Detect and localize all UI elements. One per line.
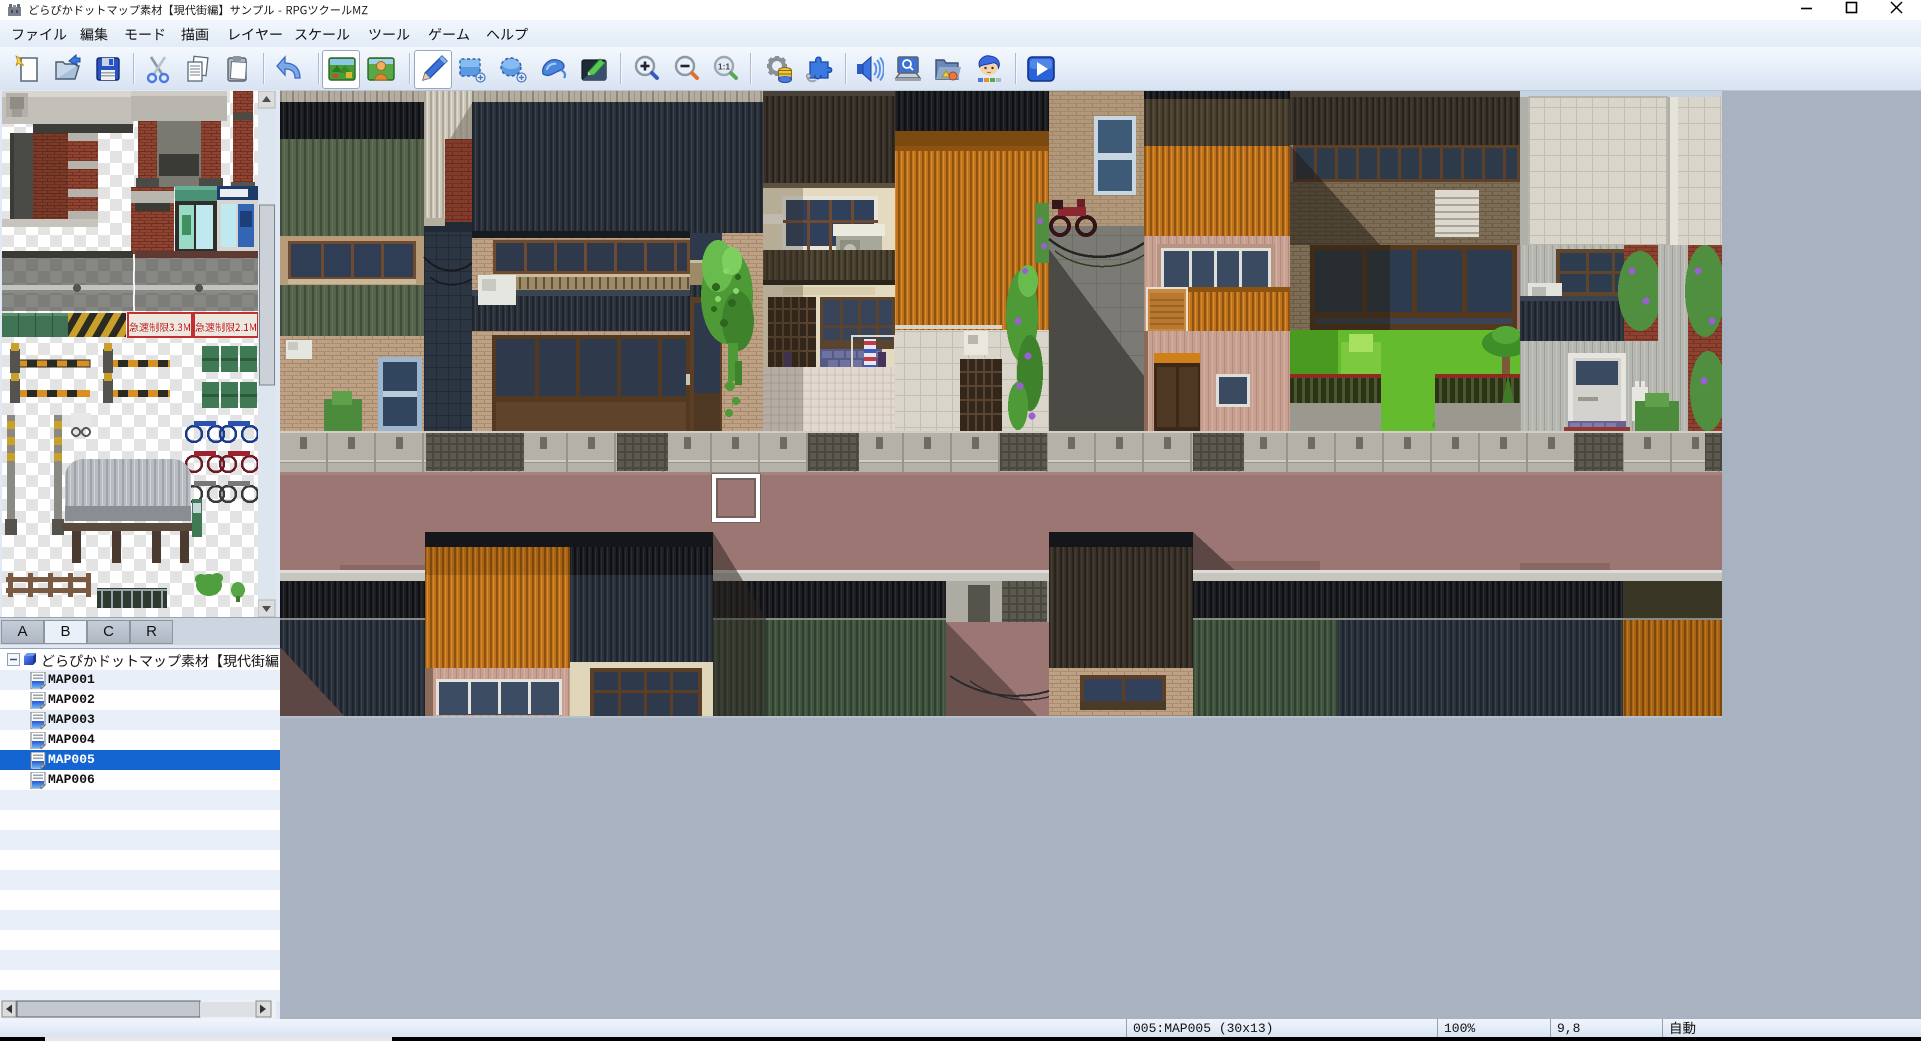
svg-text:1:1: 1:1 [718,62,731,72]
